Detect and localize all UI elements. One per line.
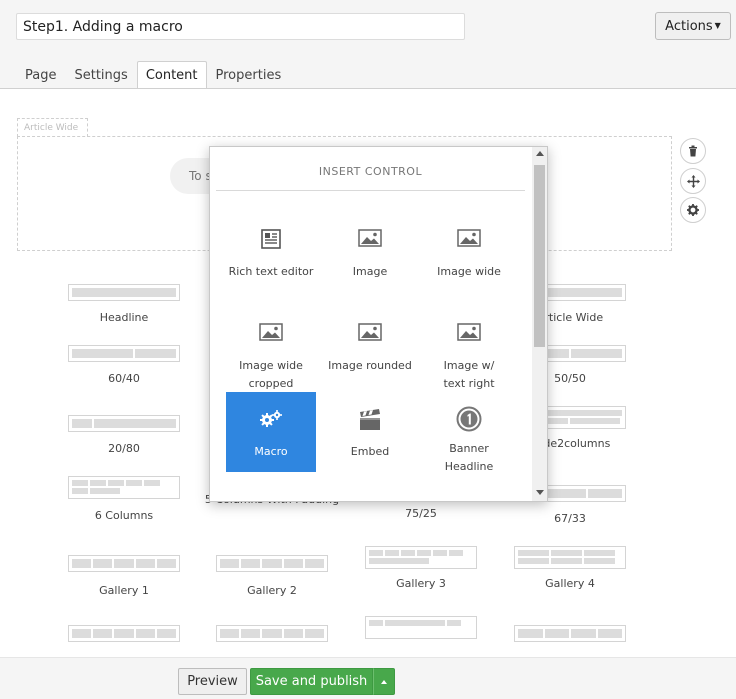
gear-icon — [687, 204, 699, 216]
image-icon — [259, 323, 283, 341]
layout-more-2[interactable] — [197, 625, 347, 642]
gears-icon — [260, 410, 282, 427]
layout-thumbnail — [68, 476, 180, 499]
layout-gallery-4[interactable]: Gallery 4 — [495, 546, 645, 591]
preview-button[interactable]: Preview — [178, 668, 247, 695]
numbered-circle-icon — [456, 406, 482, 432]
control-label: Embed — [350, 445, 390, 458]
layout-thumbnail — [365, 546, 477, 569]
image-icon — [457, 229, 481, 247]
layout-thumbnail — [68, 625, 180, 642]
layout-more-4[interactable] — [495, 625, 645, 642]
layout-thumbnail — [68, 345, 180, 362]
control-label: Image — [352, 265, 388, 278]
row-settings-button[interactable] — [680, 197, 706, 223]
tab-settings[interactable]: Settings — [65, 61, 136, 89]
layout-gallery-2[interactable]: Gallery 2 — [197, 555, 347, 598]
tab-properties[interactable]: Properties — [207, 61, 291, 89]
layout-label: Gallery 4 — [545, 577, 595, 590]
control-label: Image wide cropped — [239, 359, 303, 390]
control-image-wide-cropped[interactable]: Image wide cropped — [226, 297, 316, 390]
actions-label: Actions — [665, 19, 713, 34]
tab-content[interactable]: Content — [136, 61, 207, 89]
caret-up-icon — [381, 679, 387, 684]
move-row-button[interactable] — [680, 168, 706, 194]
layout-label: Gallery 2 — [247, 584, 297, 597]
scroll-down-icon[interactable] — [536, 490, 544, 495]
save-options-button[interactable] — [373, 668, 395, 695]
layout-thumbnail — [365, 616, 477, 639]
control-label: Banner Headline — [444, 442, 494, 473]
layout-20-80[interactable]: 20/80 — [49, 415, 199, 456]
layout-thumbnail — [514, 546, 626, 569]
layout-label: Gallery 1 — [99, 584, 149, 597]
scroll-up-icon[interactable] — [536, 151, 544, 156]
layout-gallery-1[interactable]: Gallery 1 — [49, 555, 199, 598]
image-icon — [358, 323, 382, 341]
image-icon — [358, 229, 382, 247]
insert-control-title: INSERT CONTROL — [216, 147, 525, 191]
layout-gallery-3[interactable]: Gallery 3 — [346, 546, 496, 591]
tab-page[interactable]: Page — [16, 61, 65, 89]
popover-scrollbar-thumb[interactable] — [534, 165, 545, 347]
layout-label: 20/80 — [108, 442, 140, 455]
control-image-text-right[interactable]: Image w/ text right — [424, 297, 514, 390]
actions-button[interactable]: Actions ▼ — [655, 12, 731, 40]
trash-icon — [689, 145, 697, 157]
control-label: Macro — [254, 445, 288, 458]
control-rich-text-editor[interactable]: Rich text editor — [226, 203, 316, 283]
layout-headline[interactable]: Headline — [49, 284, 199, 325]
clapperboard-icon — [360, 409, 380, 430]
move-icon — [686, 174, 700, 188]
control-image-rounded[interactable]: Image rounded — [325, 297, 415, 377]
save-and-publish-button[interactable]: Save and publish — [250, 668, 373, 695]
control-embed[interactable]: Embed — [325, 392, 415, 472]
rich-text-icon — [261, 229, 281, 249]
control-label: Image w/ text right — [443, 359, 495, 390]
control-label: Image wide — [437, 265, 501, 278]
control-label: Rich text editor — [228, 265, 314, 278]
layout-thumbnail — [216, 625, 328, 642]
content-name-input[interactable] — [16, 13, 465, 40]
layout-thumbnail — [68, 555, 180, 572]
layout-label: Gallery 3 — [396, 577, 446, 590]
layout-thumbnail — [216, 555, 328, 572]
layout-thumbnail — [68, 415, 180, 432]
content-tabs: Page Settings Content Properties — [16, 61, 290, 89]
layout-6-columns[interactable]: 6 Columns — [49, 476, 199, 523]
control-image[interactable]: Image — [325, 203, 415, 283]
delete-row-button[interactable] — [680, 138, 706, 164]
layout-label: 60/40 — [108, 372, 140, 385]
layout-label: Headline — [99, 311, 149, 324]
control-macro[interactable]: Macro — [226, 392, 316, 472]
layout-label: 6 Columns — [94, 509, 154, 522]
caret-down-icon: ▼ — [714, 21, 721, 30]
image-icon — [457, 323, 481, 341]
control-label: Image rounded — [328, 359, 412, 372]
layout-60-40[interactable]: 60/40 — [49, 345, 199, 386]
layout-more-1[interactable] — [49, 625, 199, 642]
layout-label: 75/25 — [405, 507, 437, 520]
layout-thumbnail — [68, 284, 180, 301]
insert-control-dialog: INSERT CONTROL Rich text editor Image Im… — [209, 146, 548, 502]
grid-area-label: Article Wide — [17, 118, 88, 137]
layout-label: 67/33 — [554, 512, 586, 525]
control-image-wide[interactable]: Image wide — [424, 203, 514, 283]
control-banner-headline[interactable]: Banner Headline — [424, 392, 514, 473]
layout-more-3[interactable] — [346, 616, 496, 639]
layout-thumbnail — [514, 625, 626, 642]
